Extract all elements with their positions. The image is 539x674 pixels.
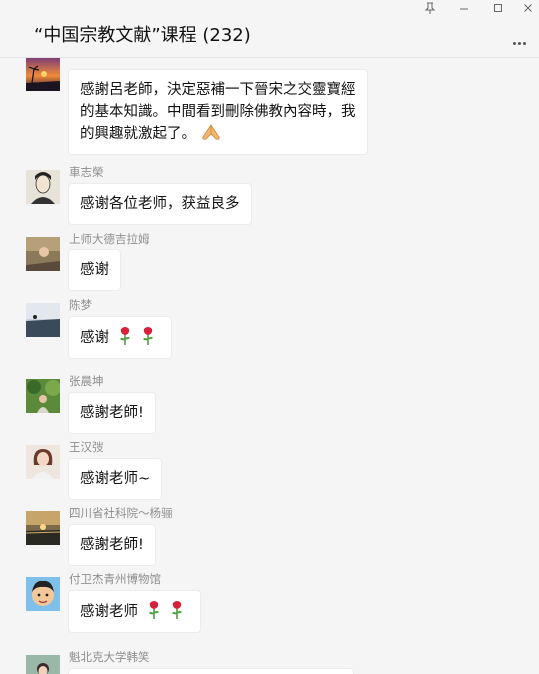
avatar[interactable] — [26, 170, 60, 204]
message-bubble[interactable] — [69, 669, 353, 674]
rose-icon — [118, 326, 132, 346]
pray-hands-icon — [200, 123, 222, 141]
avatar[interactable] — [26, 303, 60, 337]
rose-icon — [147, 600, 161, 620]
more-icon[interactable] — [513, 30, 531, 45]
message-text: 感謝老師! — [80, 537, 144, 553]
message-bubble[interactable]: 感谢 — [69, 250, 120, 290]
close-icon[interactable] — [516, 2, 539, 16]
sender-name: 四川省社科院～杨骊 — [69, 506, 173, 520]
message-bubble[interactable]: 感谢老师 — [69, 591, 200, 632]
message-bubble[interactable]: 感謝呂老師，決定惡補一下晉宋之交靈寶經 的基本知識。中間看到刪除佛教內容時，我 … — [69, 70, 367, 154]
message-text: 感谢各位老师，获益良多 — [80, 196, 240, 212]
sender-name: 王汉弢 — [69, 440, 104, 454]
pin-icon[interactable] — [418, 2, 442, 16]
sender-name: 上师大德吉拉姆 — [69, 232, 150, 246]
message-bubble[interactable]: 感謝老師! — [69, 525, 155, 565]
message-text: 的基本知識。中間看到刪除佛教內容時，我 — [80, 104, 356, 120]
avatar[interactable] — [26, 379, 60, 413]
avatar[interactable] — [26, 577, 60, 611]
sender-name: 付卫杰青州博物馆 — [69, 572, 161, 586]
message-bubble[interactable]: 感謝老師! — [69, 393, 155, 433]
message-text: 感谢 — [80, 262, 109, 278]
message-text: 感谢 — [80, 330, 109, 346]
avatar[interactable] — [26, 57, 60, 91]
sender-name: 张晨坤 — [69, 374, 104, 388]
avatar[interactable] — [26, 511, 60, 545]
title-bar: “中国宗教文献”课程 (232) — [0, 0, 539, 58]
message-text: 感謝呂老師，決定惡補一下晉宋之交靈寶經 — [80, 82, 356, 98]
sender-name: 魁北克大学韩笑 — [69, 650, 150, 664]
avatar[interactable] — [26, 445, 60, 479]
message-bubble[interactable]: 感谢各位老师，获益良多 — [69, 184, 251, 224]
sender-name: 陈梦 — [69, 298, 92, 312]
avatar[interactable] — [26, 237, 60, 271]
message-text: 感謝老師! — [80, 405, 144, 421]
message-text: 的興趣就激起了。 — [80, 126, 196, 142]
rose-icon — [141, 326, 155, 346]
message-text: 感谢老师~ — [80, 471, 151, 487]
message-bubble[interactable]: 感谢老师~ — [69, 459, 162, 499]
minimize-icon[interactable] — [452, 2, 476, 16]
message-list[interactable]: 感謝呂老師，決定惡補一下晉宋之交靈寶經 的基本知識。中間看到刪除佛教內容時，我 … — [0, 57, 539, 674]
avatar[interactable] — [26, 655, 60, 674]
rose-icon — [170, 600, 184, 620]
message-text: 感谢老师 — [80, 604, 138, 620]
message-bubble[interactable]: 感谢 — [69, 317, 171, 358]
maximize-icon[interactable] — [486, 2, 510, 16]
chat-title: “中国宗教文献”课程 (232) — [34, 25, 251, 46]
sender-name: 車志榮 — [69, 165, 104, 179]
